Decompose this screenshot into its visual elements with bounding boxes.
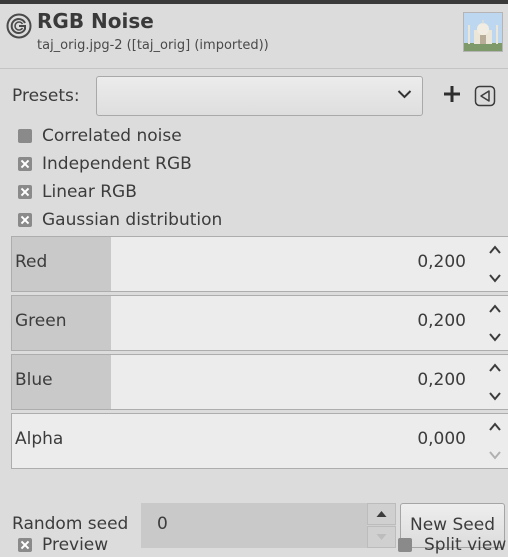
image-subtitle: taj_orig.jpg-2 ([taj_orig] (imported)) (37, 38, 269, 53)
checkbox-label: Linear RGB (42, 182, 137, 202)
scale-label: Red (15, 252, 48, 272)
alpha-scale[interactable]: Alpha 0,000 (11, 413, 508, 469)
header-separator (0, 68, 508, 69)
chevron-down-icon[interactable] (488, 331, 502, 343)
seed-spin-buttons[interactable] (367, 503, 396, 548)
scale-value[interactable]: 0,200 (417, 370, 466, 390)
checkbox-label: Correlated noise (42, 126, 182, 146)
checkbox-unchecked-icon[interactable] (18, 129, 32, 143)
add-preset-button[interactable] (438, 80, 466, 108)
scale-label: Blue (15, 370, 53, 390)
triangle-down-icon (376, 534, 387, 540)
random-seed-label: Random seed (12, 514, 129, 534)
scale-label: Alpha (15, 429, 64, 449)
gimp-logo-icon (6, 13, 32, 39)
chevron-up-icon[interactable] (488, 303, 502, 315)
image-thumbnail (463, 12, 503, 52)
chevron-down-icon (489, 451, 501, 460)
presets-label: Presets: (12, 86, 80, 106)
split-view-label: Split view (424, 535, 507, 555)
dialog-header: RGB Noise taj_orig.jpg-2 ([taj_orig] (im… (0, 4, 508, 68)
checkbox-linear-rgb[interactable]: Linear RGB (18, 180, 137, 204)
scale-value[interactable]: 0,000 (417, 429, 466, 449)
triangle-up-icon (376, 511, 387, 517)
checkbox-label: Gaussian distribution (42, 210, 223, 230)
green-scale[interactable]: Green 0,200 (11, 295, 508, 351)
triangle-left-icon[interactable] (474, 85, 496, 107)
presets-combobox[interactable] (96, 76, 423, 116)
checkbox-checked-icon[interactable] (18, 185, 32, 199)
red-scale[interactable]: Red 0,200 (11, 236, 508, 292)
chevron-up-icon[interactable] (488, 244, 502, 256)
checkbox-gaussian-distribution[interactable]: Gaussian distribution (18, 208, 222, 232)
random-seed-value: 0 (157, 514, 168, 534)
chevron-down-icon[interactable] (488, 272, 502, 284)
blue-scale[interactable]: Blue 0,200 (11, 354, 508, 410)
chevron-down-icon (397, 90, 412, 99)
dialog-title: RGB Noise (37, 9, 154, 33)
checkbox-independent-rgb[interactable]: Independent RGB (18, 152, 192, 176)
preview-toggle[interactable]: Preview (18, 533, 108, 557)
preview-label: Preview (42, 535, 109, 555)
chevron-down-icon[interactable] (488, 390, 502, 402)
random-seed-input[interactable]: 0 (141, 503, 367, 548)
checkbox-checked-icon[interactable] (18, 157, 32, 171)
scale-value[interactable]: 0,200 (417, 252, 466, 272)
scale-label: Green (15, 311, 67, 331)
checkbox-checked-icon[interactable] (18, 213, 32, 227)
seed-decrement-button[interactable] (367, 526, 396, 548)
scale-value[interactable]: 0,200 (417, 311, 466, 331)
seed-increment-button[interactable] (367, 503, 396, 525)
chevron-up-icon[interactable] (488, 421, 502, 433)
checkbox-correlated-noise[interactable]: Correlated noise (18, 124, 182, 148)
plus-icon (444, 86, 460, 102)
split-view-toggle[interactable]: Split view (398, 533, 506, 557)
checkbox-label: Independent RGB (42, 154, 192, 174)
chevron-up-icon[interactable] (488, 362, 502, 374)
